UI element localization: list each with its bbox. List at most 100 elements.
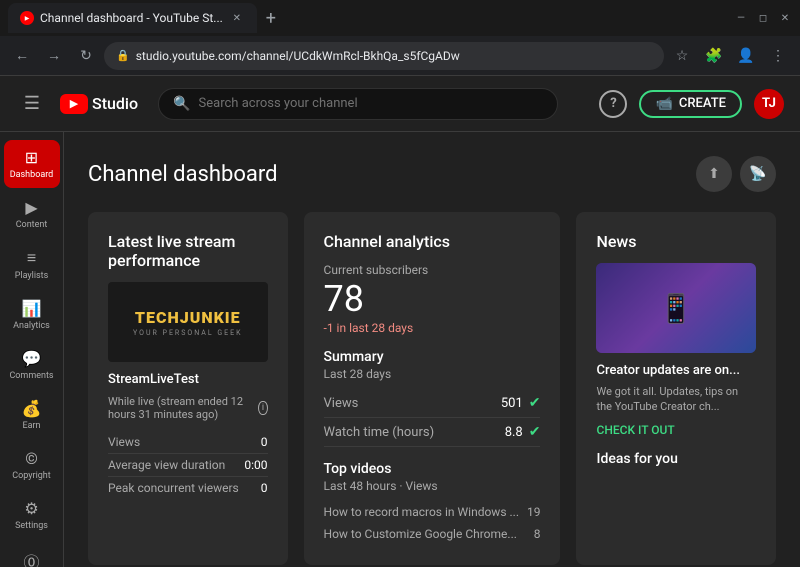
- video-views-0: 19: [527, 505, 541, 519]
- top-nav: ☰ Studio 🔍 Search across your channel ? …: [0, 76, 800, 132]
- back-button[interactable]: ←: [8, 42, 36, 70]
- stat-duration-label: Average view duration: [108, 458, 225, 472]
- stream-card: Latest live stream performance TECHJUNKI…: [88, 212, 288, 565]
- page-title: Channel dashboard: [88, 162, 278, 187]
- stat-views-value: 0: [261, 435, 268, 449]
- sidebar-item-copyright[interactable]: © Copyright: [4, 441, 60, 489]
- create-button[interactable]: 📹 CREATE: [639, 90, 742, 118]
- search-bar[interactable]: 🔍 Search across your channel: [158, 88, 558, 120]
- subscribers-label: Current subscribers: [324, 263, 541, 277]
- sidebar-item-analytics[interactable]: 📊 Analytics: [4, 291, 60, 339]
- video-row-1: How to Customize Google Chrome... 8: [324, 523, 541, 545]
- studio-label: Studio: [92, 94, 138, 113]
- extensions-icon[interactable]: 🧩: [700, 42, 728, 70]
- analytics-card-title: Channel analytics: [324, 232, 541, 251]
- stream-card-title: Latest live stream performance: [108, 232, 268, 270]
- earn-icon: 💰: [22, 399, 42, 418]
- youtube-studio-app: ☰ Studio 🔍 Search across your channel ? …: [0, 76, 800, 567]
- news-card: News 📱 Creator updates are on... We got …: [576, 212, 776, 565]
- sidebar-item-playlists[interactable]: ≡ Playlists: [4, 240, 60, 289]
- earn-label: Earn: [22, 421, 40, 431]
- sidebar-item-earn[interactable]: 💰 Earn: [4, 391, 60, 439]
- maximize-button[interactable]: ◻: [756, 11, 770, 25]
- tech-sub: YOUR PERSONAL GEEK: [133, 329, 242, 337]
- new-tab-button[interactable]: +: [257, 4, 285, 32]
- stream-note: While live (stream ended 12 hours 31 min…: [108, 395, 268, 421]
- analytics-card: Channel analytics Current subscribers 78…: [304, 212, 561, 565]
- refresh-button[interactable]: ↻: [72, 42, 100, 70]
- video-title-0: How to record macros in Windows ...: [324, 505, 519, 519]
- top-videos-title: Top videos: [324, 461, 541, 477]
- sidebar-item-feedback[interactable]: ⓪ Feedback: [4, 541, 60, 567]
- sidebar-item-comments[interactable]: 💬 Comments: [4, 341, 60, 389]
- profile-icon[interactable]: 👤: [732, 42, 760, 70]
- window-controls: — ◻ ✕: [734, 11, 792, 25]
- menu-icon[interactable]: ⋮: [764, 42, 792, 70]
- news-thumbnail: 📱: [596, 263, 756, 353]
- dashboard-label: Dashboard: [10, 170, 54, 180]
- video-views-1: 8: [534, 527, 541, 541]
- stat-row-peak: Peak concurrent viewers 0: [108, 477, 268, 499]
- forward-button[interactable]: →: [40, 42, 68, 70]
- bookmark-icon[interactable]: ☆: [668, 42, 696, 70]
- sidebar-item-dashboard[interactable]: ⊞ Dashboard: [4, 140, 60, 188]
- subscribers-count: 78: [324, 281, 541, 317]
- info-icon[interactable]: i: [258, 401, 267, 415]
- news-card-title: News: [596, 232, 756, 251]
- metric-watchtime-value: 8.8: [505, 425, 523, 440]
- content-label: Content: [16, 220, 48, 230]
- copyright-label: Copyright: [12, 471, 50, 481]
- dashboard-icon: ⊞: [25, 148, 38, 167]
- stat-peak-value: 0: [261, 481, 268, 495]
- playlists-icon: ≡: [27, 248, 36, 268]
- stat-peak-label: Peak concurrent viewers: [108, 481, 239, 495]
- sidebar-item-content[interactable]: ▶ Content: [4, 190, 60, 238]
- hamburger-menu[interactable]: ☰: [16, 88, 48, 120]
- summary-title: Summary: [324, 349, 541, 365]
- feedback-icon: ⓪: [23, 549, 39, 567]
- check-it-out-link[interactable]: CHECK IT OUT: [596, 423, 756, 437]
- youtube-icon: [60, 94, 88, 114]
- settings-icon: ⚙: [24, 499, 38, 518]
- video-title-1: How to Customize Google Chrome...: [324, 527, 526, 541]
- main-content: Channel dashboard ⬆ 📡 Latest live stream…: [64, 132, 800, 567]
- tab-favicon: [20, 11, 34, 25]
- news-thumb-icon: 📱: [659, 292, 694, 325]
- metric-watchtime-label: Watch time (hours): [324, 425, 435, 440]
- header-actions: ⬆ 📡: [696, 156, 776, 192]
- playlists-label: Playlists: [15, 271, 49, 281]
- news-desc: We got it all. Updates, tips on the YouT…: [596, 384, 756, 415]
- upload-button[interactable]: ⬆: [696, 156, 732, 192]
- metric-views-value: 501: [501, 396, 523, 411]
- minimize-button[interactable]: —: [734, 11, 748, 25]
- create-label: CREATE: [679, 96, 726, 111]
- url-text: studio.youtube.com/channel/UCdkWmRcl-Bkh…: [136, 49, 652, 63]
- sidebar-item-settings[interactable]: ⚙ Settings: [4, 491, 60, 539]
- metric-watchtime: Watch time (hours) 8.8 ✔: [324, 418, 541, 447]
- page-header: Channel dashboard ⬆ 📡: [88, 156, 776, 192]
- tab-title: Channel dashboard - YouTube St...: [40, 11, 223, 25]
- stat-row-avg-duration: Average view duration 0:00: [108, 454, 268, 477]
- active-tab[interactable]: Channel dashboard - YouTube St... ✕: [8, 3, 257, 33]
- help-button[interactable]: ?: [599, 90, 627, 118]
- avatar[interactable]: TJ: [754, 89, 784, 119]
- close-button[interactable]: ✕: [778, 11, 792, 25]
- metric-views-right: 501 ✔: [501, 395, 541, 411]
- lock-icon: 🔒: [116, 49, 130, 62]
- video-row-0: How to record macros in Windows ... 19: [324, 501, 541, 523]
- search-icon: 🔍: [173, 96, 190, 112]
- close-tab-button[interactable]: ✕: [229, 10, 245, 26]
- metric-watchtime-right: 8.8 ✔: [505, 424, 541, 440]
- nav-right: ? 📹 CREATE TJ: [599, 89, 784, 119]
- browser-toolbar: ← → ↻ 🔒 studio.youtube.com/channel/UCdkW…: [0, 36, 800, 76]
- analytics-label: Analytics: [13, 321, 50, 331]
- live-button[interactable]: 📡: [740, 156, 776, 192]
- metric-views-label: Views: [324, 396, 359, 411]
- stream-note-text: While live (stream ended 12 hours 31 min…: [108, 395, 254, 421]
- metric-views: Views 501 ✔: [324, 389, 541, 418]
- comments-icon: 💬: [22, 349, 42, 368]
- yt-logo[interactable]: Studio: [60, 94, 138, 114]
- ideas-title: Ideas for you: [596, 451, 756, 467]
- subscribers-change: -1 in last 28 days: [324, 321, 541, 335]
- address-bar[interactable]: 🔒 studio.youtube.com/channel/UCdkWmRcl-B…: [104, 42, 664, 70]
